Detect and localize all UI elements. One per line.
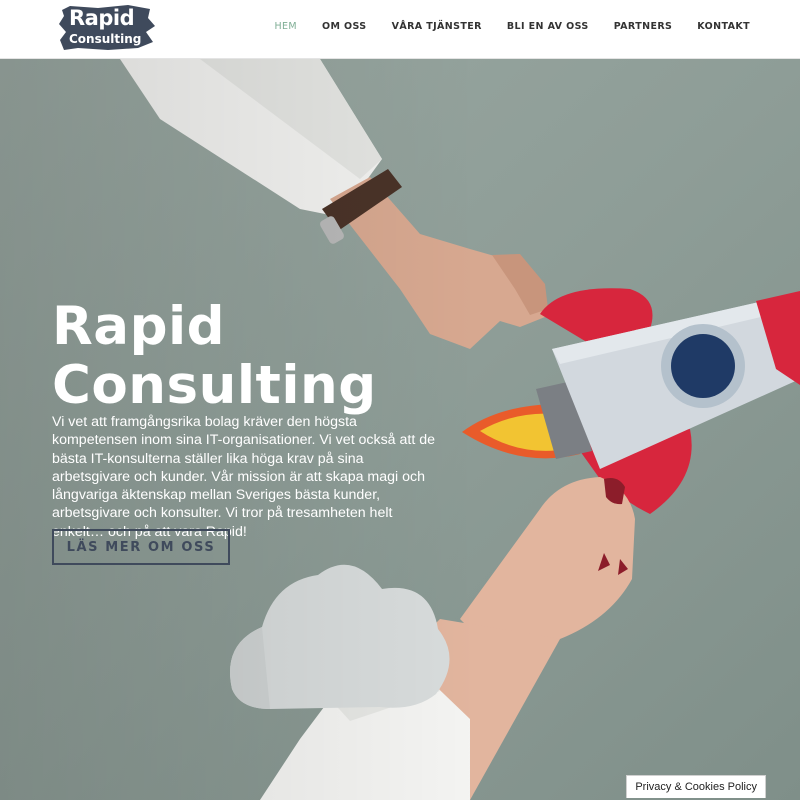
- hero-title-line1: Rapid: [52, 296, 226, 357]
- hero-title: Rapid Consulting: [52, 297, 377, 415]
- hero-description: Vi vet att framgångsrika bolag kräver de…: [52, 414, 436, 540]
- privacy-cookies-policy-link[interactable]: Privacy & Cookies Policy: [626, 775, 766, 798]
- hero-title-line2: Consulting: [52, 355, 377, 416]
- read-more-button[interactable]: LÄS MER OM OSS: [52, 529, 230, 565]
- nav-item-partners[interactable]: PARTNERS: [614, 21, 673, 32]
- site-header: Rapid Consulting HEM OM OSS VÅRA TJÄNSTE…: [0, 0, 800, 59]
- logo-text-consulting: Consulting: [69, 32, 142, 46]
- nav-item-om-oss[interactable]: OM OSS: [322, 21, 367, 32]
- logo[interactable]: Rapid Consulting: [58, 4, 158, 52]
- nav-item-bli-en-av-oss[interactable]: BLI EN AV OSS: [507, 21, 589, 32]
- main-nav: HEM OM OSS VÅRA TJÄNSTER BLI EN AV OSS P…: [274, 21, 750, 32]
- nav-item-hem[interactable]: HEM: [274, 21, 297, 32]
- nav-item-kontakt[interactable]: KONTAKT: [697, 21, 750, 32]
- hero-section: Rapid Consulting Vi vet att framgångsrik…: [0, 59, 800, 800]
- logo-text-rapid: Rapid: [69, 6, 135, 30]
- nav-item-vara-tjanster[interactable]: VÅRA TJÄNSTER: [392, 21, 482, 32]
